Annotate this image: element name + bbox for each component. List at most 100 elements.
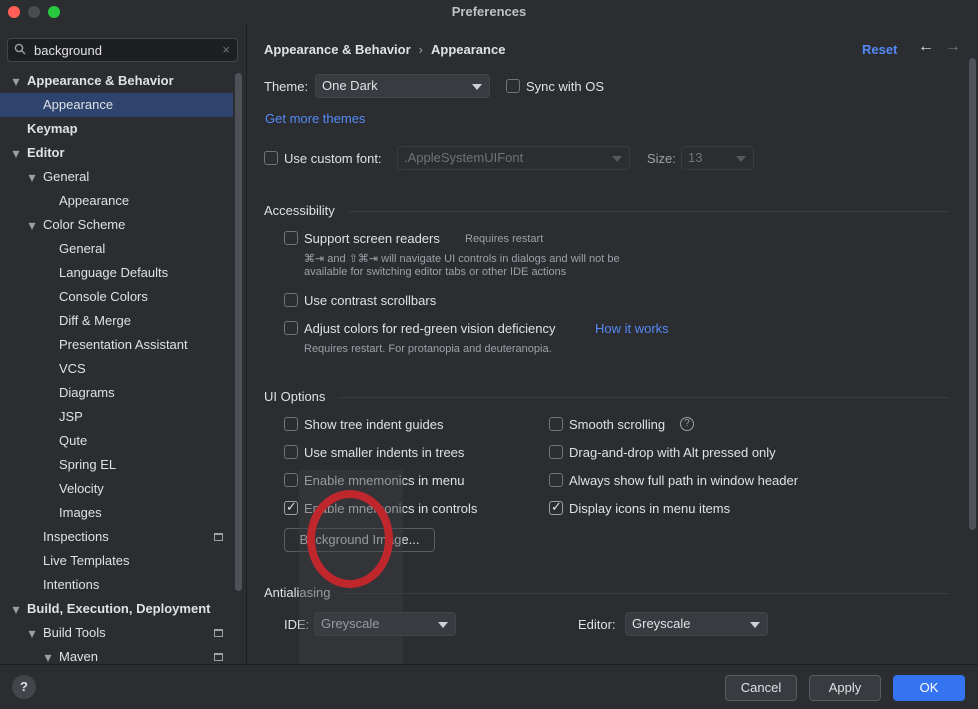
chevron-down-icon[interactable]: ▾ <box>26 621 38 645</box>
sidebar-item-label: Build Tools <box>43 625 106 640</box>
screen-readers-note: Requires restart <box>465 233 544 245</box>
sidebar-item-label: Diff & Merge <box>59 313 132 328</box>
font-size-label: Size: <box>647 151 676 166</box>
sidebar-item-language-defaults[interactable]: Language Defaults <box>0 261 233 285</box>
content-scrollbar[interactable] <box>969 58 976 530</box>
drag-drop-alt-label: Drag-and-drop with Alt pressed only <box>569 445 776 460</box>
search-icon <box>14 43 26 55</box>
tree-indent-guides-checkbox[interactable] <box>284 417 298 431</box>
sidebar-item-label: Qute <box>59 433 88 448</box>
ide-antialiasing-select[interactable]: Greyscale <box>314 612 456 636</box>
sidebar-item-build-execution-deployment[interactable]: ▾ Build, Execution, Deployment <box>0 597 233 621</box>
forward-arrow-icon[interactable]: → <box>945 38 961 56</box>
font-size-select[interactable]: 13 <box>681 146 754 170</box>
sync-with-os-checkbox[interactable] <box>506 79 520 93</box>
sidebar-item-maven[interactable]: ▾ Maven <box>0 645 233 664</box>
sync-with-os-label: Sync with OS <box>526 79 605 94</box>
mnemonics-controls-checkbox[interactable] <box>284 499 298 515</box>
chevron-down-icon[interactable]: ▾ <box>10 597 22 621</box>
sidebar-item-vcs[interactable]: VCS <box>0 357 233 381</box>
breadcrumb-parent[interactable]: Appearance & Behavior <box>264 42 411 57</box>
sidebar-item-general[interactable]: ▾ General <box>0 165 233 189</box>
menu-icons-checkbox[interactable] <box>549 499 563 515</box>
sidebar-item-inspections[interactable]: Inspections <box>0 525 233 549</box>
chevron-down-icon[interactable]: ▾ <box>10 69 22 93</box>
custom-font-checkbox[interactable] <box>264 151 278 165</box>
sidebar-item-live-templates[interactable]: Live Templates <box>0 549 233 573</box>
breadcrumb: Appearance & Behavior › Appearance <box>264 42 505 57</box>
sidebar-item-label: Language Defaults <box>59 265 169 280</box>
sidebar-item-qute[interactable]: Qute <box>0 429 233 453</box>
ok-button[interactable]: OK <box>893 675 965 701</box>
sidebar-item-label: Velocity <box>59 481 104 496</box>
sidebar-item-keymap[interactable]: Keymap <box>0 117 233 141</box>
sidebar-item-label: JSP <box>59 409 83 424</box>
sidebar-item-appearance-behavior[interactable]: ▾ Appearance & Behavior <box>0 69 233 93</box>
sidebar-item-presentation-assistant[interactable]: Presentation Assistant <box>0 333 233 357</box>
project-scope-icon <box>214 533 223 541</box>
smooth-scrolling-checkbox[interactable] <box>549 417 563 431</box>
sidebar-item-intentions[interactable]: Intentions <box>0 573 233 597</box>
help-icon[interactable]: ? <box>680 417 694 431</box>
sidebar-item-label: Editor <box>27 145 65 160</box>
sidebar-item-spring-el[interactable]: Spring EL <box>0 453 233 477</box>
editor-antialiasing-select[interactable]: Greyscale <box>625 612 768 636</box>
sidebar-item-label: Maven <box>59 649 99 664</box>
mnemonics-menu-label: Enable mnemonics in menu <box>304 473 465 488</box>
sidebar-item-jsp[interactable]: JSP <box>0 405 233 429</box>
editor-antialiasing-label: Editor: <box>578 617 616 632</box>
mnemonics-menu-checkbox[interactable] <box>284 473 298 487</box>
sidebar-item-velocity[interactable]: Velocity <box>0 477 233 501</box>
sidebar-item-console-colors[interactable]: Console Colors <box>0 285 233 309</box>
chevron-down-icon[interactable]: ▾ <box>26 165 38 189</box>
sidebar-item-label: Color Scheme <box>43 217 126 232</box>
apply-button[interactable]: Apply <box>809 675 881 701</box>
sidebar-item-label: Diagrams <box>59 385 115 400</box>
sidebar-item-diff-merge[interactable]: Diff & Merge <box>0 309 233 333</box>
settings-content: Appearance & Behavior › Appearance Reset ←… <box>248 24 978 664</box>
smaller-indents-checkbox[interactable] <box>284 445 298 459</box>
drag-drop-alt-checkbox[interactable] <box>549 445 563 459</box>
background-image-button[interactable]: Background Image... <box>284 528 435 552</box>
chevron-down-icon[interactable]: ▾ <box>42 645 54 664</box>
contrast-scrollbars-checkbox[interactable] <box>284 293 298 307</box>
reset-link[interactable]: Reset <box>862 42 897 57</box>
back-arrow-icon[interactable]: ← <box>918 38 934 56</box>
sidebar-item-label: Live Templates <box>43 553 130 568</box>
chevron-down-icon[interactable]: ▾ <box>10 141 22 165</box>
cancel-button[interactable]: Cancel <box>725 675 797 701</box>
ide-antialiasing-value: Greyscale <box>321 616 380 631</box>
theme-select[interactable]: One Dark <box>315 74 490 98</box>
sidebar-item-editor[interactable]: ▾ Editor <box>0 141 233 165</box>
sidebar-scrollbar[interactable] <box>235 73 242 591</box>
clear-search-icon[interactable]: × <box>222 42 230 57</box>
sidebar-item-color-scheme[interactable]: ▾ Color Scheme <box>0 213 233 237</box>
sidebar-item-label: Spring EL <box>59 457 117 472</box>
custom-font-select[interactable]: .AppleSystemUIFont <box>397 146 630 170</box>
sidebar-item-images[interactable]: Images <box>0 501 233 525</box>
sidebar-item-appearance[interactable]: Appearance <box>0 189 233 213</box>
red-green-checkbox[interactable] <box>284 321 298 335</box>
sidebar-item-general[interactable]: General <box>0 237 233 261</box>
contrast-scrollbars-label: Use contrast scrollbars <box>304 293 437 308</box>
theme-label: Theme: <box>264 79 309 94</box>
screen-readers-checkbox[interactable] <box>284 231 298 245</box>
custom-font-label: Use custom font: <box>284 151 382 166</box>
search-input[interactable]: background <box>34 43 102 58</box>
get-more-themes-link[interactable]: Get more themes <box>265 111 365 126</box>
chevron-down-icon[interactable]: ▾ <box>26 213 38 237</box>
project-scope-icon <box>214 629 223 637</box>
sidebar-item-label: Appearance <box>59 193 130 208</box>
sidebar-item-appearance[interactable]: Appearance <box>0 93 233 117</box>
search-field[interactable]: background × <box>7 38 238 62</box>
help-button[interactable]: ? <box>12 675 36 699</box>
how-it-works-link[interactable]: How it works <box>595 321 669 336</box>
antialiasing-heading: Antialiasing <box>264 585 331 600</box>
full-path-header-checkbox[interactable] <box>549 473 563 487</box>
theme-select-value: One Dark <box>322 78 378 93</box>
sidebar-item-label: Presentation Assistant <box>59 337 188 352</box>
window-title: Preferences <box>451 4 527 19</box>
smooth-scrolling-label: Smooth scrolling <box>569 417 666 432</box>
sidebar-item-diagrams[interactable]: Diagrams <box>0 381 233 405</box>
sidebar-item-build-tools[interactable]: ▾ Build Tools <box>0 621 233 645</box>
